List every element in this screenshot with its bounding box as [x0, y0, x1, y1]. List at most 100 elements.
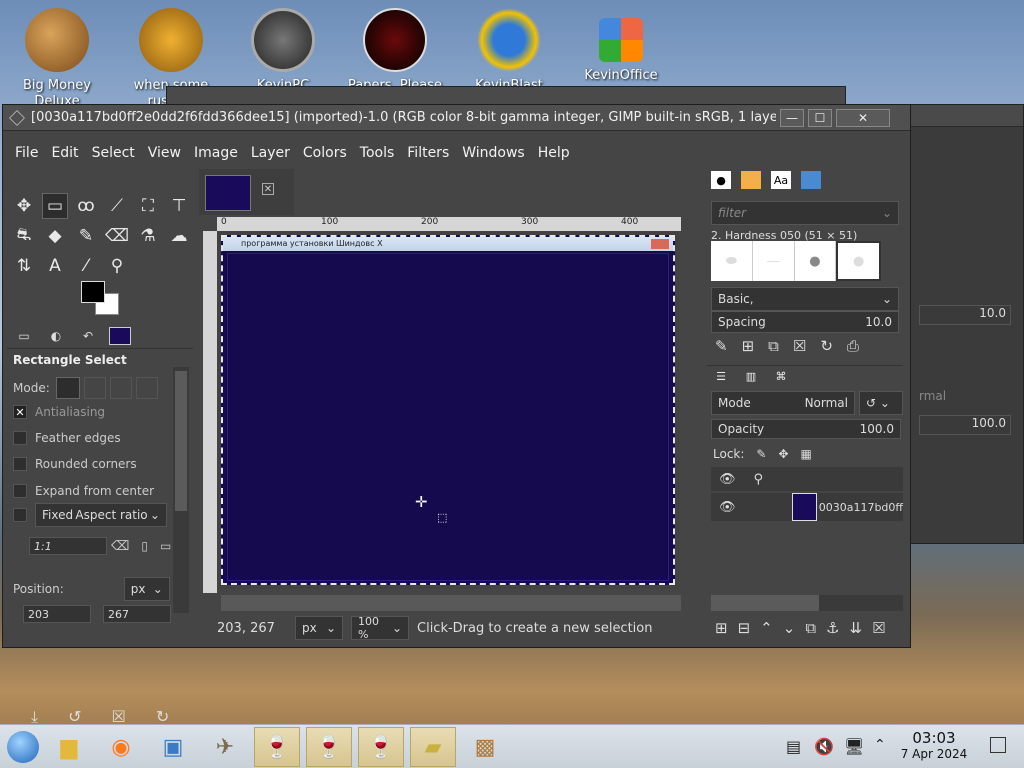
move-tool-icon[interactable]: ✥: [11, 193, 37, 219]
document-history-tab-icon[interactable]: [801, 171, 821, 189]
open-brush-icon[interactable]: ⎙: [847, 337, 859, 355]
merge-layer-icon[interactable]: ⇊: [849, 619, 862, 637]
layers-tab-icon[interactable]: ☰: [711, 368, 731, 386]
window-titlebar[interactable]: [0030a117bd0ff2e0dd2f6fdd366dee15] (impo…: [3, 105, 910, 131]
warp-tool-icon[interactable]: ⛐: [11, 223, 37, 249]
delete-layer-icon[interactable]: ☒: [872, 619, 885, 637]
tool-options-scrollbar[interactable]: [173, 367, 189, 613]
image-canvas[interactable]: программа установки Шиндовс X ✛ ⬚: [221, 235, 675, 585]
delete-brush-icon[interactable]: ☒: [793, 337, 806, 355]
duplicate-layer-icon[interactable]: ⧉: [805, 619, 816, 637]
duplicate-brush-icon[interactable]: ⧉: [768, 337, 779, 355]
layers-scrollbar[interactable]: [711, 595, 903, 611]
layer-name[interactable]: 0030a117bd0ff: [819, 501, 903, 514]
unit-combo[interactable]: px ⌄: [295, 616, 343, 640]
background-window-2[interactable]: 10.0 rmal 100.0: [910, 104, 1024, 544]
layer-mode-combo[interactable]: Mode Normal: [711, 391, 855, 415]
zoom-combo[interactable]: 100 % ⌄: [351, 615, 409, 641]
brush-item[interactable]: ⬬: [711, 241, 753, 281]
antialiasing-row[interactable]: ✕ Antialiasing: [13, 405, 105, 419]
fg-bg-colors[interactable]: [81, 281, 131, 321]
expand-row[interactable]: Expand from center: [13, 484, 154, 498]
taskbar-wine-app-3[interactable]: 🍷: [358, 727, 404, 767]
menu-layer[interactable]: Layer: [251, 141, 290, 165]
rect-select-tool-icon[interactable]: ▭: [42, 193, 68, 219]
start-button[interactable]: [0, 727, 46, 767]
new-group-icon[interactable]: ⊟: [738, 619, 751, 637]
color-picker-tool-icon[interactable]: ⁄: [73, 253, 99, 279]
brush-item[interactable]: ●: [836, 241, 881, 281]
close-button[interactable]: ✕: [836, 108, 890, 127]
position-y-input[interactable]: 267: [103, 605, 171, 623]
transform-tool-icon[interactable]: ⊤: [166, 193, 192, 219]
images-tab-icon[interactable]: [109, 327, 131, 345]
lock-pixels-icon[interactable]: ✎: [756, 447, 766, 461]
mode-subtract-icon[interactable]: [109, 377, 132, 399]
taskbar-firefox[interactable]: ◉: [98, 727, 144, 767]
fonts-tab-icon[interactable]: Aa: [771, 171, 791, 189]
menu-image[interactable]: Image: [194, 141, 238, 165]
maximize-button[interactable]: ☐: [808, 108, 832, 127]
mode-intersect-icon[interactable]: [135, 377, 158, 399]
new-layer-icon[interactable]: ⊞: [715, 619, 728, 637]
expand-checkbox[interactable]: [13, 484, 27, 498]
fixed-checkbox[interactable]: [13, 508, 27, 522]
antialiasing-checkbox[interactable]: ✕: [13, 405, 27, 419]
clone-tool-icon[interactable]: ⚗: [135, 223, 161, 249]
canvas-horizontal-scrollbar[interactable]: [221, 595, 681, 611]
spacing-input[interactable]: Spacing 10.0: [711, 311, 899, 333]
show-desktop-icon[interactable]: [990, 737, 1006, 753]
mode-add-icon[interactable]: [83, 377, 106, 399]
desktop-icon-kevinoffice[interactable]: KevinOffice: [566, 8, 676, 84]
menu-tools[interactable]: Tools: [360, 141, 395, 165]
desktop-icon-kevinblast[interactable]: KevinBlast: [454, 8, 564, 94]
menu-view[interactable]: View: [148, 141, 181, 165]
horizontal-ruler[interactable]: 0 100 200 300 400: [217, 217, 681, 231]
taskbar-archive[interactable]: ▩: [462, 727, 508, 767]
brush-item[interactable]: ●: [795, 241, 837, 281]
vertical-ruler[interactable]: [203, 231, 217, 593]
taskbar-gimp[interactable]: ✈: [202, 727, 248, 767]
close-image-icon[interactable]: ✕: [262, 183, 274, 195]
desktop-icon-kevinpc[interactable]: KevinPC: [228, 8, 338, 94]
new-brush-icon[interactable]: ⊞: [742, 337, 755, 355]
bucket-fill-tool-icon[interactable]: ◆: [42, 223, 68, 249]
paths-tab-icon[interactable]: ⌘: [771, 368, 791, 386]
layer-row[interactable]: 👁 0030a117bd0ff: [711, 493, 903, 521]
desktop-icon-big-money[interactable]: Big Money Deluxe: [2, 8, 112, 110]
taskbar-wine-app-1[interactable]: 🍷: [254, 727, 300, 767]
desktop-icon-papers-please[interactable]: Papers, Please: [340, 8, 450, 94]
clock[interactable]: 03:03 7 Apr 2024: [898, 729, 970, 761]
tray-network-icon[interactable]: 🖥: [844, 737, 864, 756]
device-status-tab-icon[interactable]: ◐: [45, 327, 67, 345]
menu-file[interactable]: File: [15, 141, 38, 165]
taskbar-wine-app-2[interactable]: 🍷: [306, 727, 352, 767]
lasso-tool-icon[interactable]: ꝏ: [73, 193, 99, 219]
brush-filter-input[interactable]: filter ⌄: [711, 201, 899, 225]
clear-ratio-icon[interactable]: ⌫: [111, 539, 129, 554]
layer-mode-reset[interactable]: ↺ ⌄: [859, 391, 903, 415]
lock-position-icon[interactable]: ✥: [778, 447, 788, 461]
refresh-brushes-icon[interactable]: ↻: [820, 337, 833, 355]
foreground-color-swatch[interactable]: [81, 281, 105, 303]
opacity-input[interactable]: Opacity 100.0: [711, 419, 901, 439]
tray-clipboard-icon[interactable]: ▤: [786, 737, 801, 756]
background-window-titlebar[interactable]: [911, 105, 1023, 127]
patterns-tab-icon[interactable]: [741, 171, 761, 189]
position-x-input[interactable]: 203: [23, 605, 91, 623]
lower-layer-icon[interactable]: ⌄: [783, 619, 796, 637]
position-unit-combo[interactable]: px ⌄: [123, 577, 170, 601]
eraser-tool-icon[interactable]: ⌫: [104, 223, 130, 249]
paths-tool-icon[interactable]: ⇅: [11, 253, 37, 279]
text-tool-icon[interactable]: A: [42, 253, 68, 279]
menu-colors[interactable]: Colors: [303, 141, 347, 165]
zoom-tool-icon[interactable]: ⚲: [104, 253, 130, 279]
anchor-layer-icon[interactable]: ⚓: [826, 619, 839, 637]
image-tab-thumbnail[interactable]: [205, 175, 251, 211]
tool-options-tab-icon[interactable]: ▭: [13, 327, 35, 345]
brushes-tab-icon[interactable]: ●: [711, 171, 731, 189]
menu-windows[interactable]: Windows: [462, 141, 525, 165]
fuzzy-select-tool-icon[interactable]: ⟋: [104, 193, 130, 219]
edit-brush-icon[interactable]: ✎: [715, 337, 728, 355]
menu-help[interactable]: Help: [538, 141, 570, 165]
